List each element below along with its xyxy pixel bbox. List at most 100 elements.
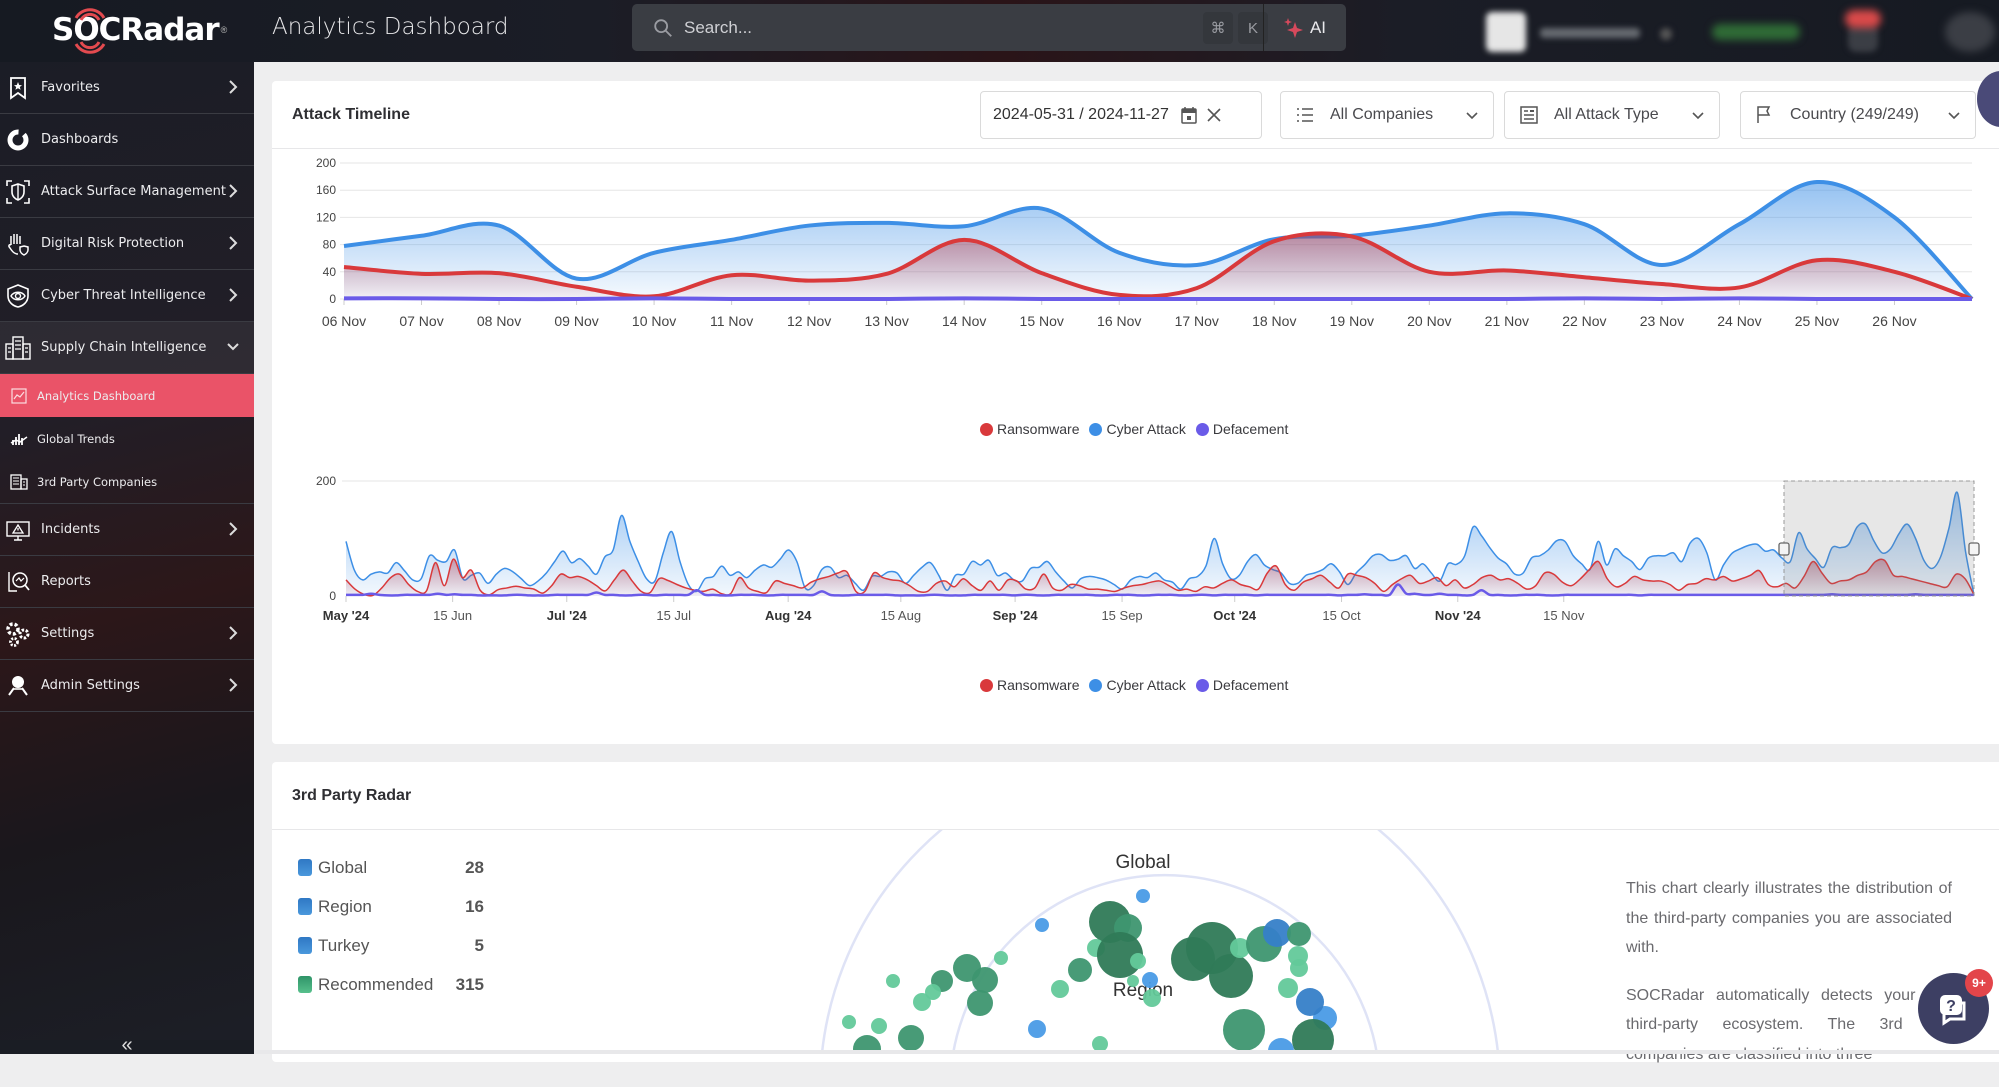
legend-item-defacement[interactable]: Defacement (1195, 677, 1289, 693)
sidebar-subitem-global-trends[interactable]: Global Trends (0, 417, 254, 460)
legend-count: 28 (465, 857, 484, 877)
sidebar-item-supply-chain-intelligence[interactable]: Supply Chain Intelligence (0, 322, 254, 374)
company-name-redacted[interactable] (1540, 28, 1640, 38)
radar-title: 3rd Party Radar (292, 786, 412, 804)
series-area-cyber-attack (344, 181, 1972, 299)
legend-label: Global (318, 857, 368, 877)
attack-timeline-navigator-chart[interactable]: 0 200 May '24 15 Jun Jul '24 15 Jul Aug '24 15 … (272, 474, 1999, 695)
notification-badge (1845, 10, 1881, 28)
sidebar-subitem-label: Analytics Dashboard (37, 388, 156, 403)
radar-company-dot (842, 1015, 856, 1029)
legend-item-ransomware[interactable]: Ransomware (980, 677, 1079, 693)
donut-chart-icon (4, 126, 32, 154)
search-input[interactable] (684, 17, 1164, 38)
sidebar-subitem-3rd-party-companies[interactable]: 3rd Party Companies (0, 460, 254, 503)
companies-filter-dropdown[interactable]: All Companies (1280, 91, 1494, 139)
sidebar-item-label: Supply Chain Intelligence (41, 340, 207, 355)
radar-legend-global[interactable]: Global 28 (298, 848, 484, 887)
legend-count: 5 (474, 935, 484, 955)
calendar-icon[interactable] (1181, 106, 1197, 124)
gears-icon (4, 620, 32, 648)
chevron-right-icon (229, 288, 238, 302)
third-party-radar-chart[interactable]: Global Region (780, 830, 1540, 1054)
legend-label: Defacement (1212, 677, 1289, 693)
socradar-logo[interactable]: SOCRadar ® (52, 8, 227, 54)
double-chevron-left-icon: « (121, 1034, 133, 1056)
radar-company-dot (1127, 975, 1139, 987)
sidebar-item-cyber-threat-intelligence[interactable]: Cyber Threat Intelligence (0, 270, 254, 322)
sparkle-icon (1283, 17, 1303, 38)
x-tick-label: Nov '24 (1435, 608, 1481, 623)
sidebar-item-reports[interactable]: Reports (0, 556, 254, 608)
x-tick-label: 26 Nov (1872, 313, 1916, 329)
global-search[interactable]: ⌘ K AI (632, 4, 1346, 51)
y-tick-label: 40 (323, 265, 337, 279)
radar-legend-region[interactable]: Region 16 (298, 887, 484, 926)
sidebar-item-attack-surface-management[interactable]: Attack Surface Management (0, 166, 254, 218)
radar-company-dot (1287, 922, 1311, 946)
sidebar-item-digital-risk-protection[interactable]: Digital Risk Protection (0, 218, 254, 270)
legend-item-cyber-attack[interactable]: Cyber Attack (1089, 421, 1186, 437)
x-tick-label: 12 Nov (787, 313, 831, 329)
y-tick-label: 200 (316, 474, 336, 488)
sidebar-item-settings[interactable]: Settings (0, 608, 254, 660)
company-avatar[interactable] (1486, 12, 1526, 52)
attack-type-filter-dropdown[interactable]: All Attack Type (1504, 91, 1720, 139)
radar-legend: Global 28 Region 16 Turkey 5 Recommended 315 (298, 848, 484, 1004)
country-filter-dropdown[interactable]: Country (249/249) (1740, 91, 1976, 139)
radar-description: This chart clearly illustrates the distr… (1626, 874, 1952, 1087)
legend-swatch (298, 937, 312, 954)
legend-item-cyber-attack[interactable]: Cyber Attack (1089, 677, 1186, 693)
svg-text:?: ? (1946, 998, 1956, 1015)
sidebar-item-incidents[interactable]: Incidents (0, 504, 254, 556)
x-tick-label: 19 Nov (1330, 313, 1374, 329)
shield-scan-icon (4, 178, 32, 206)
sidebar-subitem-analytics-dashboard[interactable]: Analytics Dashboard (0, 374, 254, 417)
sidebar-item-label: Favorites (41, 80, 100, 95)
sidebar-item-admin-settings[interactable]: Admin Settings (0, 660, 254, 712)
x-tick-label: 07 Nov (399, 313, 443, 329)
status-indicator-redacted[interactable] (1712, 24, 1800, 40)
buildings-icon (4, 334, 32, 362)
sidebar-item-dashboards[interactable]: Dashboards (0, 114, 254, 166)
legend-label: Ransomware (997, 677, 1080, 693)
radar-legend-turkey[interactable]: Turkey 5 (298, 926, 484, 965)
x-tick-label: 15 Nov (1020, 313, 1064, 329)
legend-swatch (298, 898, 312, 915)
legend-item-ransomware[interactable]: Ransomware (980, 421, 1079, 437)
radar-company-dot (871, 1018, 887, 1034)
collapse-sidebar-button[interactable]: « (0, 1034, 254, 1056)
navigator-handle-left (1778, 542, 1790, 556)
sidebar-item-label: Settings (41, 626, 95, 641)
x-tick-label: 15 Jun (433, 608, 472, 623)
x-tick-label: 18 Nov (1252, 313, 1296, 329)
y-tick-label: 200 (316, 156, 336, 170)
sidebar-item-label: Admin Settings (41, 678, 140, 693)
admin-user-icon (4, 672, 32, 700)
user-avatar[interactable] (1945, 12, 1995, 52)
notifications-button[interactable] (1848, 24, 1878, 52)
x-tick-label: 22 Nov (1562, 313, 1606, 329)
radar-legend-recommended[interactable]: Recommended 315 (298, 965, 484, 1004)
legend-label: Ransomware (997, 421, 1080, 437)
radar-company-dot (913, 993, 931, 1011)
monitor-alert-icon (4, 516, 32, 544)
navigator-chart-legend: Ransomware Cyber Attack Defacement (980, 677, 1288, 693)
clear-date-icon[interactable] (1207, 108, 1221, 122)
radar-company-dot (972, 967, 998, 993)
legend-item-defacement[interactable]: Defacement (1195, 421, 1288, 437)
sidebar-item-label: Reports (41, 574, 91, 589)
search-icon (654, 18, 672, 37)
sidebar: Favorites Dashboards Attack Surface Mana… (0, 62, 254, 1056)
radar-description-paragraph: SOCRadar automatically detects your e… t… (1626, 986, 1952, 1063)
report-search-icon (4, 568, 32, 596)
date-range-picker[interactable]: 2024-05-31 / 2024-11-27 (980, 91, 1262, 139)
sidebar-item-favorites[interactable]: Favorites (0, 62, 254, 114)
radar-company-dot (1142, 972, 1158, 988)
x-tick-label: 09 Nov (554, 313, 598, 329)
attack-timeline-main-chart[interactable]: 0 40 80 120 160 200 06 Nov 07 Nov 08 Nov 09 Nov 10… (272, 149, 1999, 389)
legend-label: Region (318, 896, 372, 916)
company-dropdown-icon[interactable] (1660, 28, 1672, 40)
ai-button[interactable]: AI (1263, 4, 1346, 51)
x-tick-label: May '24 (323, 608, 370, 623)
